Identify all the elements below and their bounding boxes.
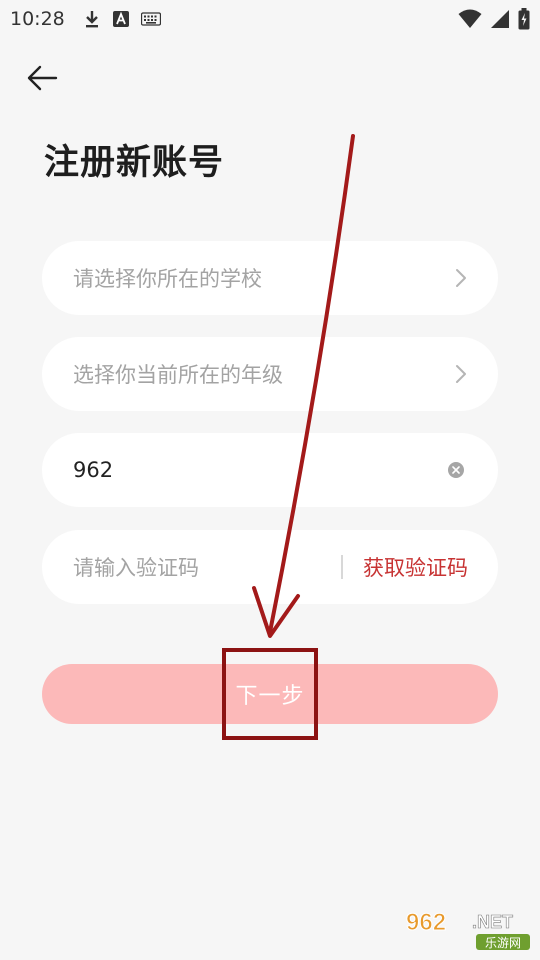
watermark-subtitle: 乐游网 [485, 936, 521, 950]
annotation-arrow [252, 134, 355, 638]
watermark-logo: 962 .NET 乐游网 [406, 909, 530, 950]
watermark-brand: 962 [406, 909, 446, 936]
annotation-highlight-box [222, 648, 318, 740]
watermark-domain: .NET [472, 912, 513, 932]
